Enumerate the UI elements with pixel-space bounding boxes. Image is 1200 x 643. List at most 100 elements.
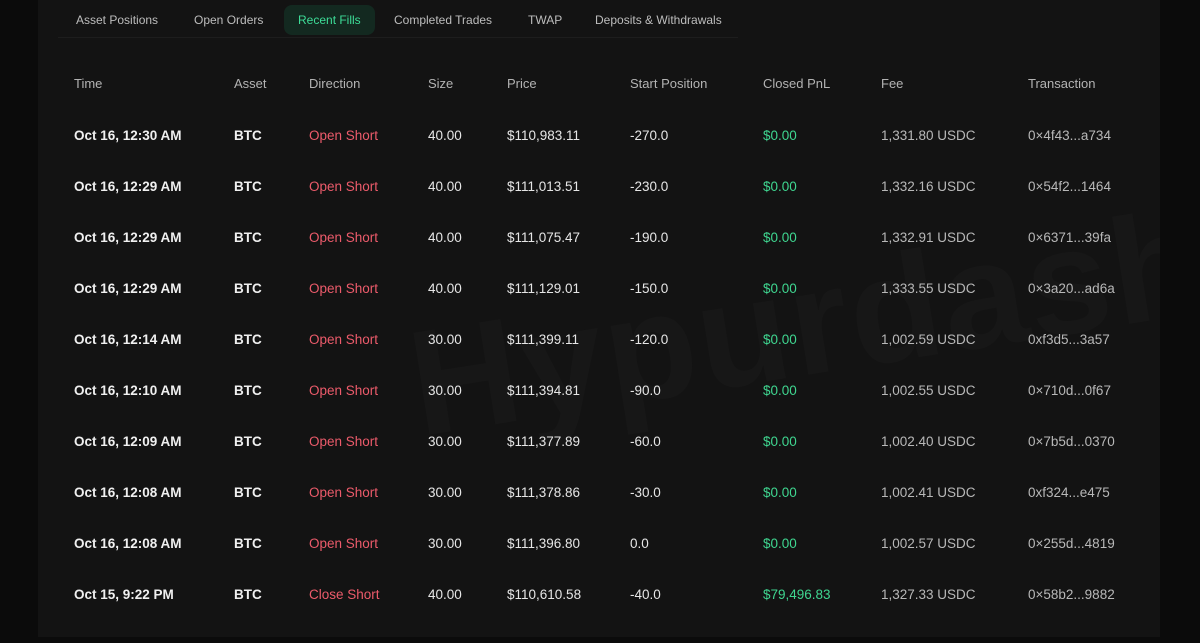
fill-direction: Open Short (309, 230, 379, 245)
fill-closed-pnl: $79,496.83 (763, 587, 831, 602)
fill-time: Oct 16, 12:08 AM (74, 485, 182, 500)
tab-recent-fills[interactable]: Recent Fills (284, 5, 375, 35)
fill-time: Oct 16, 12:10 AM (74, 383, 182, 398)
fill-asset: BTC (234, 281, 262, 296)
fill-start-position: -190.0 (630, 230, 669, 245)
column-header-direction[interactable]: Direction (309, 76, 360, 91)
table-row: Oct 16, 12:29 AM BTC Open Short 40.00 $111,0… (38, 212, 1160, 263)
table-row: Oct 16, 12:08 AM BTC Open Short 30.00 $111,3… (38, 518, 1160, 569)
column-header-time[interactable]: Time (74, 76, 102, 91)
fill-time: Oct 16, 12:29 AM (74, 230, 182, 245)
fill-start-position: -120.0 (630, 332, 669, 347)
fill-price: $111,399.11 (507, 332, 580, 347)
tab-twap[interactable]: TWAP (528, 5, 562, 35)
transaction-link[interactable]: 0×54f2...1464 (1028, 161, 1111, 212)
fill-asset: BTC (234, 485, 262, 500)
fill-price: $111,129.01 (507, 281, 581, 296)
fill-time: Oct 16, 12:30 AM (74, 128, 182, 143)
fill-asset: BTC (234, 179, 262, 194)
fill-price: $111,378.86 (507, 485, 581, 500)
fill-direction: Open Short (309, 332, 379, 347)
fill-size: 40.00 (428, 587, 462, 602)
fill-closed-pnl: $0.00 (763, 332, 797, 347)
fill-direction: Open Short (309, 536, 379, 551)
tab-open-orders[interactable]: Open Orders (194, 5, 263, 35)
fill-size: 40.00 (428, 128, 462, 143)
transaction-link[interactable]: 0×58b2...9882 (1028, 569, 1115, 620)
column-header-price[interactable]: Price (507, 76, 537, 91)
fill-fee: 1,333.55 USDC (881, 281, 976, 296)
table-row: Oct 16, 12:14 AM BTC Open Short 30.00 $111,3… (38, 314, 1160, 365)
transaction-link[interactable]: 0×3a20...ad6a (1028, 263, 1115, 314)
fill-price: $111,013.51 (507, 179, 581, 194)
fill-fee: 1,332.16 USDC (881, 179, 976, 194)
fill-asset: BTC (234, 230, 262, 245)
column-header-asset[interactable]: Asset (234, 76, 267, 91)
fill-price: $111,075.47 (507, 230, 581, 245)
fill-closed-pnl: $0.00 (763, 383, 797, 398)
fill-closed-pnl: $0.00 (763, 128, 797, 143)
column-header-fee[interactable]: Fee (881, 76, 903, 91)
fill-direction: Open Short (309, 128, 379, 143)
column-header-closed-pnl[interactable]: Closed PnL (763, 76, 830, 91)
fill-asset: BTC (234, 587, 262, 602)
fill-time: Oct 16, 12:09 AM (74, 434, 182, 449)
table-row: Oct 16, 12:30 AM BTC Open Short 40.00 $110,9… (38, 110, 1160, 161)
fill-fee: 1,002.59 USDC (881, 332, 976, 347)
fill-time: Oct 16, 12:29 AM (74, 179, 182, 194)
fill-start-position: 0.0 (630, 536, 649, 551)
fill-start-position: -150.0 (630, 281, 669, 296)
table-row: Oct 16, 12:08 AM BTC Open Short 30.00 $111,3… (38, 467, 1160, 518)
tab-bar: Asset Positions Open Orders Recent Fills… (58, 3, 738, 38)
fill-closed-pnl: $0.00 (763, 485, 797, 500)
fill-fee: 1,002.41 USDC (881, 485, 976, 500)
fill-time: Oct 16, 12:14 AM (74, 332, 182, 347)
fill-fee: 1,002.57 USDC (881, 536, 976, 551)
tab-completed-trades[interactable]: Completed Trades (394, 5, 492, 35)
transaction-link[interactable]: 0xf3d5...3a57 (1028, 314, 1110, 365)
fill-direction: Open Short (309, 485, 379, 500)
column-header-size[interactable]: Size (428, 76, 453, 91)
fill-direction: Open Short (309, 179, 379, 194)
fill-price: $110,983.11 (507, 128, 581, 143)
fill-start-position: -270.0 (630, 128, 669, 143)
fill-direction: Open Short (309, 383, 379, 398)
fill-size: 40.00 (428, 179, 462, 194)
transaction-link[interactable]: 0xf324...e475 (1028, 467, 1110, 518)
fill-price: $110,610.58 (507, 587, 582, 602)
column-header-start-position[interactable]: Start Position (630, 76, 707, 91)
transaction-link[interactable]: 0×7b5d...0370 (1028, 416, 1115, 467)
fill-size: 30.00 (428, 485, 462, 500)
table-row: Oct 16, 12:09 AM BTC Open Short 30.00 $111,3… (38, 416, 1160, 467)
fill-size: 30.00 (428, 434, 462, 449)
fill-size: 40.00 (428, 281, 462, 296)
tab-asset-positions[interactable]: Asset Positions (76, 5, 158, 35)
transaction-link[interactable]: 0×710d...0f67 (1028, 365, 1111, 416)
column-header-transaction[interactable]: Transaction (1028, 76, 1095, 91)
fill-closed-pnl: $0.00 (763, 434, 797, 449)
table-row: Oct 15, 9:22 PM BTC Close Short 40.00 $110,6… (38, 569, 1160, 620)
fill-asset: BTC (234, 128, 262, 143)
fill-price: $111,394.81 (507, 383, 581, 398)
fill-start-position: -40.0 (630, 587, 661, 602)
fill-price: $111,396.80 (507, 536, 581, 551)
transaction-link[interactable]: 0×6371...39fa (1028, 212, 1111, 263)
fill-start-position: -230.0 (630, 179, 669, 194)
fill-closed-pnl: $0.00 (763, 230, 797, 245)
fill-time: Oct 16, 12:29 AM (74, 281, 182, 296)
transaction-link[interactable]: 0×255d...4819 (1028, 518, 1115, 569)
fill-price: $111,377.89 (507, 434, 581, 449)
fill-start-position: -60.0 (630, 434, 661, 449)
fill-direction: Open Short (309, 281, 379, 296)
fill-asset: BTC (234, 434, 262, 449)
table-row: Oct 16, 12:29 AM BTC Open Short 40.00 $111,1… (38, 263, 1160, 314)
fills-panel: Hypurdash Asset Positions Open Orders Re… (38, 0, 1160, 637)
fill-asset: BTC (234, 332, 262, 347)
table-row: Oct 16, 12:29 AM BTC Open Short 40.00 $111,0… (38, 161, 1160, 212)
fill-size: 30.00 (428, 536, 462, 551)
transaction-link[interactable]: 0×4f43...a734 (1028, 110, 1111, 161)
fill-time: Oct 15, 9:22 PM (74, 587, 174, 602)
fill-fee: 1,332.91 USDC (881, 230, 976, 245)
tab-deposits-withdrawals[interactable]: Deposits & Withdrawals (595, 5, 722, 35)
fill-closed-pnl: $0.00 (763, 536, 797, 551)
